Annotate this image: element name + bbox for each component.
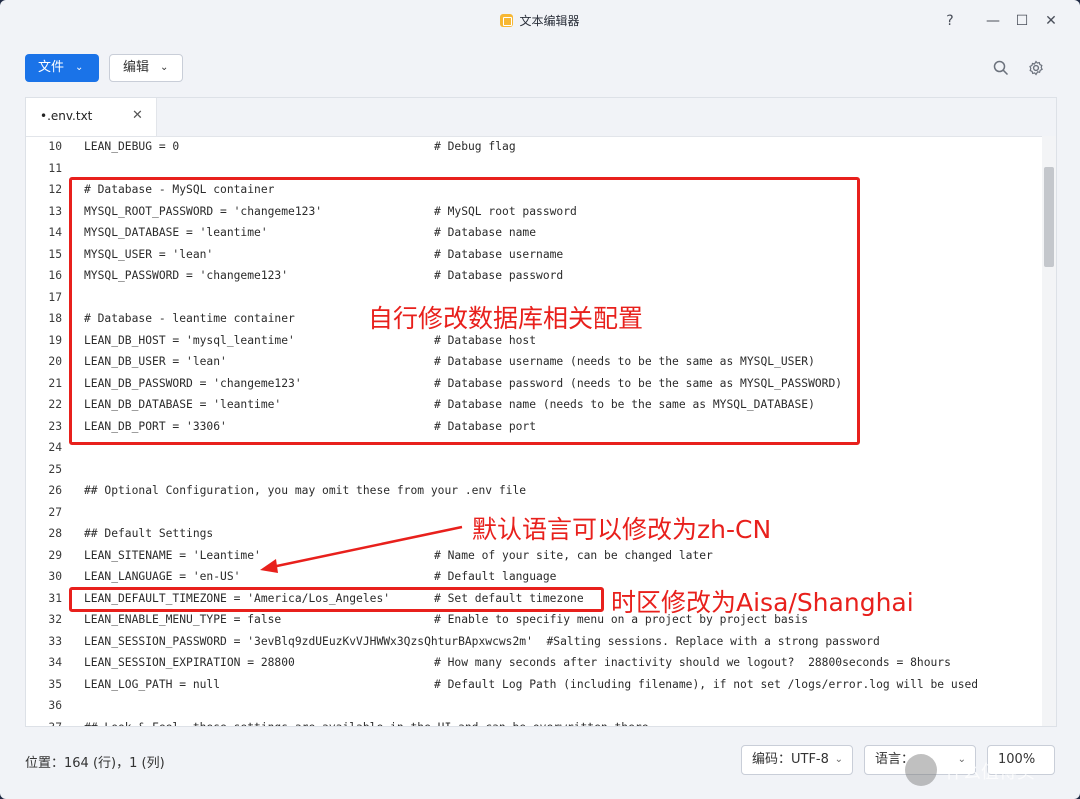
- watermark-text: 什么值得买: [945, 762, 1035, 783]
- line-number: 24: [48, 441, 62, 454]
- chevron-down-icon: ⌄: [160, 62, 169, 73]
- line-number: 12: [48, 183, 62, 196]
- code-text: LEAN_DEBUG = 0: [84, 140, 180, 153]
- scrollbar-thumb[interactable]: [1044, 167, 1054, 267]
- code-text: LEAN_LANGUAGE = 'en-US': [84, 570, 241, 583]
- timezone-annotation-text: 时区修改为Aisa/Shanghai: [611, 588, 914, 617]
- line-number: 13: [48, 204, 62, 218]
- file-menu-button[interactable]: 文件 ⌄: [25, 54, 99, 82]
- code-text: LEAN_LOG_PATH = null: [84, 677, 221, 691]
- code-text: ## Optional Configuration, you may omit …: [84, 484, 527, 497]
- language-annotation-arrow: [260, 525, 463, 573]
- line-number: 35: [48, 677, 62, 691]
- code-line[interactable]: 10 LEAN_DEBUG = 0 # Debug flag: [26, 136, 1036, 157]
- code-line[interactable]: 35 LEAN_LOG_PATH = null # Default Log Path…: [26, 674, 1036, 695]
- code-text: LEAN_ENABLE_MENU_TYPE = false: [84, 613, 282, 626]
- line-number: 23: [48, 419, 62, 433]
- code-text: ## Default Settings: [84, 527, 214, 540]
- timezone-annotation-box: [69, 587, 604, 612]
- watermark: 什么值得买: [905, 752, 1075, 792]
- line-number: 26: [48, 484, 62, 497]
- line-number: 30: [48, 570, 62, 583]
- encoding-value: 编码：UTF-8: [752, 752, 829, 767]
- line-number: 16: [48, 269, 62, 282]
- code-line[interactable]: 34 LEAN_SESSION_EXPIRATION = 28800 # How m…: [26, 652, 1036, 673]
- line-number: 15: [48, 247, 62, 261]
- text-editor-app-icon: [500, 14, 514, 27]
- line-number: 29: [48, 548, 62, 562]
- code-line[interactable]: 36: [26, 695, 1036, 716]
- chevron-down-icon: ⌄: [834, 754, 843, 765]
- line-number: 14: [48, 226, 62, 239]
- line-number: 17: [48, 290, 62, 304]
- vertical-scrollbar[interactable]: [1042, 136, 1056, 726]
- encoding-select[interactable]: 编码：UTF-8 ⌄: [741, 745, 853, 775]
- line-number: 11: [48, 161, 62, 175]
- help-button[interactable]: ?: [939, 10, 961, 32]
- code-comment: # Default Log Path (including filename),…: [434, 677, 979, 691]
- watermark-logo-icon: [905, 754, 937, 786]
- line-number: 32: [48, 613, 62, 626]
- code-line[interactable]: 25: [26, 459, 1036, 480]
- line-number: 27: [48, 505, 62, 519]
- code-text: LEAN_SESSION_EXPIRATION = 28800: [84, 656, 295, 669]
- cursor-position: 位置：164 (行)，1 (列): [25, 756, 165, 771]
- line-number: 22: [48, 398, 62, 411]
- chevron-down-icon: ⌄: [75, 62, 84, 73]
- window-title: 文本编辑器: [0, 12, 1080, 29]
- code-text: ## Look & Feel, these settings are avail…: [84, 721, 649, 727]
- line-number: 20: [48, 355, 62, 368]
- code-text: LEAN_SESSION_PASSWORD = '3evBlq9zdUEuzKv…: [84, 634, 880, 648]
- line-number: 25: [48, 462, 62, 476]
- gear-icon[interactable]: [1028, 60, 1044, 76]
- title-bar: 文本编辑器 ? — ☐ ✕: [0, 0, 1080, 42]
- database-annotation-text: 自行修改数据库相关配置: [368, 304, 644, 333]
- line-number: 33: [48, 634, 62, 648]
- text-editor-window: 文本编辑器 ? — ☐ ✕ 文件 ⌄ 编辑 ⌄ •.env.txt ✕ 10 LE…: [0, 0, 1080, 799]
- code-text: LEAN_SITENAME = 'Leantime': [84, 548, 261, 562]
- line-number: 37: [26, 721, 62, 727]
- code-line[interactable]: 33 LEAN_SESSION_PASSWORD = '3evBlq9zdUEuz…: [26, 631, 1036, 652]
- tab-env-file[interactable]: •.env.txt ✕: [26, 98, 157, 136]
- code-comment: # How many seconds after inactivity shou…: [434, 656, 951, 669]
- line-number: 36: [48, 699, 62, 712]
- window-title-text: 文本编辑器: [519, 14, 580, 28]
- edit-menu-button[interactable]: 编辑 ⌄: [109, 54, 183, 82]
- line-number: 21: [48, 376, 62, 390]
- line-number: 31: [48, 591, 62, 605]
- tab-label: •.env.txt: [40, 109, 93, 123]
- line-number: 19: [48, 333, 62, 347]
- minimize-button[interactable]: —: [982, 10, 1004, 32]
- line-number: 18: [48, 312, 62, 325]
- code-line[interactable]: 29 LEAN_SITENAME = 'Leantime' # Name of yo…: [26, 545, 1036, 566]
- code-line[interactable]: 11: [26, 158, 1036, 179]
- line-number: 10: [48, 140, 62, 153]
- close-icon[interactable]: ✕: [132, 108, 143, 123]
- close-button[interactable]: ✕: [1040, 10, 1062, 32]
- maximize-button[interactable]: ☐: [1011, 10, 1033, 32]
- code-comment: # Debug flag: [434, 140, 516, 153]
- toolbar: 文件 ⌄ 编辑 ⌄: [0, 42, 1080, 92]
- tab-bar: •.env.txt ✕: [26, 98, 1056, 137]
- line-number: 34: [48, 656, 62, 669]
- file-menu-label: 文件: [38, 60, 65, 75]
- code-line[interactable]: 26 ## Optional Configuration, you may omi…: [26, 480, 1036, 501]
- edit-menu-label: 编辑: [123, 60, 150, 75]
- search-icon[interactable]: [993, 60, 1009, 76]
- line-number: 28: [48, 527, 62, 540]
- code-line[interactable]: 37 ## Look & Feel, these settings are ava…: [26, 717, 1036, 727]
- language-annotation-text: 默认语言可以修改为zh-CN: [472, 515, 772, 544]
